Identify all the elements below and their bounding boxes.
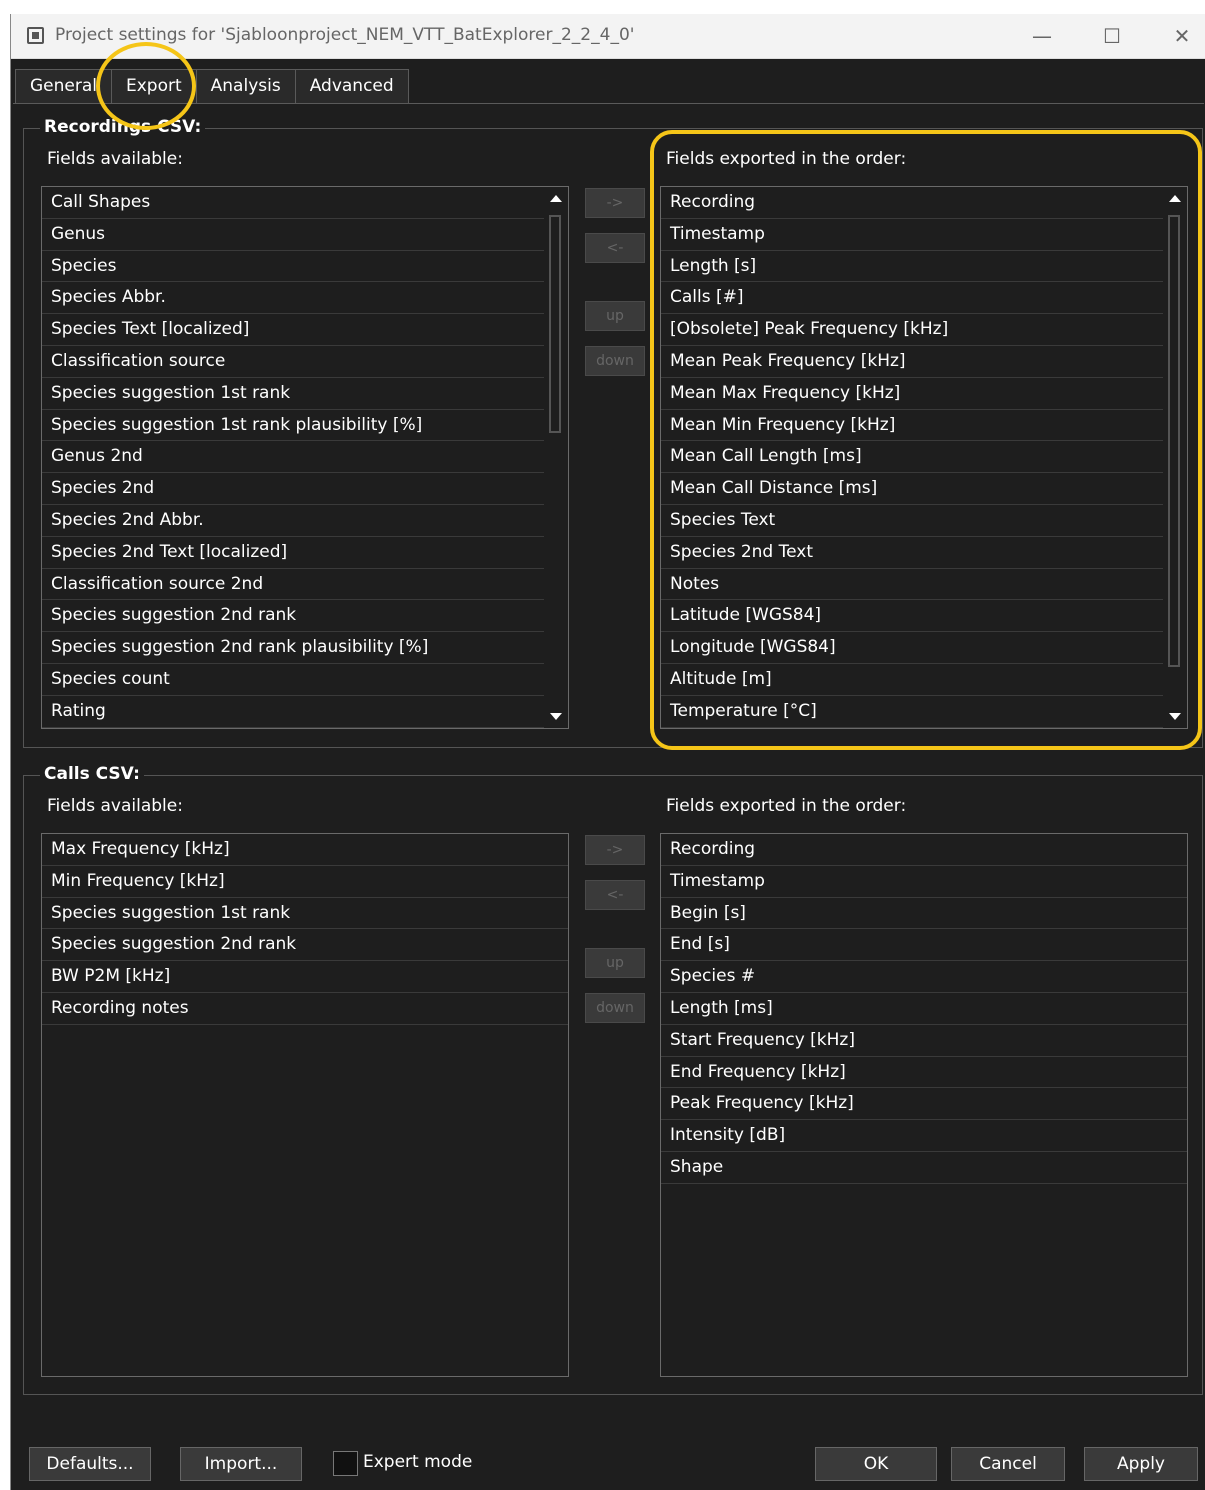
title-bar: Project settings for 'Sjabloonproject_NE… xyxy=(11,14,1205,59)
list-item[interactable]: Species count xyxy=(42,664,544,696)
recordings-available-list[interactable]: Call Shapes Genus Species Species Abbr. Spec… xyxy=(41,186,569,729)
list-item[interactable]: Genus 2nd xyxy=(42,441,544,474)
list-item[interactable]: Length [ms] xyxy=(661,993,1187,1025)
expert-mode-label: Expert mode xyxy=(363,1452,473,1472)
calls-add-field-button[interactable]: -> xyxy=(585,835,645,865)
recordings-available-scrollbar[interactable] xyxy=(544,187,568,728)
list-item[interactable]: Species suggestion 2nd rank plausibility… xyxy=(42,632,544,664)
move-up-button[interactable]: up xyxy=(585,301,645,331)
list-item[interactable]: Species suggestion 2nd rank xyxy=(42,600,544,633)
tab-bar: General Export Analysis Advanced xyxy=(15,69,409,103)
list-item[interactable]: Peak Frequency [kHz] xyxy=(661,1088,1187,1121)
list-item[interactable]: Species Abbr. xyxy=(42,282,544,315)
scroll-down-icon[interactable] xyxy=(550,713,562,720)
list-item[interactable]: End Frequency [kHz] xyxy=(661,1057,1187,1089)
calls-exported-list[interactable]: Recording Timestamp Begin [s] End [s] Specie… xyxy=(660,833,1188,1377)
list-item[interactable]: Max Frequency [kHz] xyxy=(42,834,568,866)
list-item[interactable]: Recording xyxy=(661,834,1187,866)
ok-button[interactable]: OK xyxy=(815,1447,937,1481)
calls-move-down-button[interactable]: down xyxy=(585,993,645,1023)
list-item[interactable]: Species suggestion 1st rank xyxy=(42,378,544,410)
calls-move-up-button[interactable]: up xyxy=(585,948,645,978)
list-item[interactable]: Min Frequency [kHz] xyxy=(42,866,568,898)
list-item[interactable]: Start Frequency [kHz] xyxy=(661,1025,1187,1057)
cancel-button[interactable]: Cancel xyxy=(951,1447,1065,1481)
minimize-button[interactable]: — xyxy=(1027,22,1057,50)
close-button[interactable]: ✕ xyxy=(1167,22,1197,50)
list-item[interactable]: Intensity [dB] xyxy=(661,1120,1187,1152)
list-item[interactable]: BW P2M [kHz] xyxy=(42,961,568,993)
list-item[interactable]: Classification source xyxy=(42,346,544,378)
apply-button[interactable]: Apply xyxy=(1084,1447,1198,1481)
list-item[interactable]: Species 2nd xyxy=(42,473,544,505)
list-item[interactable]: Classification source 2nd xyxy=(42,569,544,601)
list-item[interactable]: Species 2nd Text [localized] xyxy=(42,537,544,569)
list-item[interactable]: Species # xyxy=(661,961,1187,993)
move-down-button[interactable]: down xyxy=(585,346,645,376)
add-field-button[interactable]: -> xyxy=(585,188,645,218)
recordings-available-label: Fields available: xyxy=(47,149,183,169)
calls-remove-field-button[interactable]: <- xyxy=(585,880,645,910)
exported-fields-highlight xyxy=(650,130,1202,750)
list-item[interactable]: Shape xyxy=(661,1152,1187,1184)
tab-advanced[interactable]: Advanced xyxy=(294,69,409,103)
list-item[interactable]: Species suggestion 1st rank xyxy=(42,898,568,930)
list-item[interactable]: Species suggestion 2nd rank xyxy=(42,929,568,962)
scroll-up-icon[interactable] xyxy=(550,195,562,202)
defaults-button[interactable]: Defaults... xyxy=(29,1447,151,1481)
list-item[interactable]: End [s] xyxy=(661,929,1187,962)
list-item[interactable]: Species xyxy=(42,251,544,283)
expert-mode-checkbox[interactable] xyxy=(333,1451,358,1476)
list-item[interactable]: Rating xyxy=(42,696,544,728)
import-button[interactable]: Import... xyxy=(180,1447,302,1481)
list-item[interactable]: Species suggestion 1st rank plausibility… xyxy=(42,410,544,442)
scroll-thumb[interactable] xyxy=(549,215,561,433)
list-item[interactable]: Species Text [localized] xyxy=(42,314,544,346)
list-item[interactable]: Timestamp xyxy=(661,866,1187,898)
export-tab-highlight xyxy=(96,42,196,130)
list-item[interactable]: Recording notes xyxy=(42,993,568,1025)
tab-analysis[interactable]: Analysis xyxy=(195,69,296,103)
calls-available-list[interactable]: Max Frequency [kHz] Min Frequency [kHz] Sp… xyxy=(41,833,569,1377)
app-icon xyxy=(27,27,44,44)
list-item[interactable]: Genus xyxy=(42,219,544,251)
list-item[interactable]: Call Shapes xyxy=(42,187,544,219)
list-item[interactable]: Begin [s] xyxy=(661,898,1187,930)
calls-exported-label: Fields exported in the order: xyxy=(666,796,907,816)
list-item[interactable]: Species 2nd Abbr. xyxy=(42,505,544,537)
maximize-button[interactable]: ☐ xyxy=(1097,22,1127,50)
calls-available-label: Fields available: xyxy=(47,796,183,816)
calls-csv-title: Calls CSV: xyxy=(40,764,144,784)
remove-field-button[interactable]: <- xyxy=(585,233,645,263)
